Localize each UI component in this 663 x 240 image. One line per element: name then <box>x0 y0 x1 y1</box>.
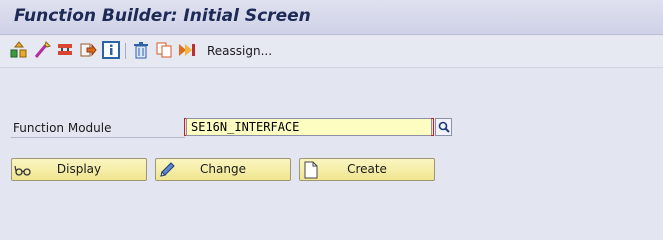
value-help-button[interactable] <box>435 118 452 136</box>
copy-icon[interactable] <box>155 41 173 59</box>
function-module-label: Function Module <box>13 121 112 135</box>
reassign-button[interactable]: Reassign... <box>207 44 272 58</box>
change-button-label: Change <box>200 162 246 176</box>
change-button[interactable]: Change <box>155 158 291 181</box>
magic-wand-icon[interactable] <box>33 41 51 59</box>
required-marker-right <box>431 118 434 136</box>
label-divider <box>11 137 185 138</box>
other-object-icon[interactable] <box>10 41 28 59</box>
page-title: Function Builder: Initial Screen <box>14 6 311 26</box>
application-toolbar: Reassign... <box>0 35 663 68</box>
display-button-label: Display <box>56 162 102 176</box>
toolbar-separator <box>125 43 126 59</box>
search-icon <box>438 121 450 133</box>
display-button[interactable]: Display <box>11 158 147 181</box>
navigate-icon[interactable] <box>79 41 97 59</box>
create-button[interactable]: Create <box>299 158 435 181</box>
rename-icon[interactable] <box>178 41 196 59</box>
info-icon[interactable] <box>102 41 120 59</box>
delete-icon[interactable] <box>132 41 150 59</box>
create-button-label: Create <box>347 162 387 176</box>
function-module-input[interactable] <box>186 118 432 136</box>
where-used-icon[interactable] <box>56 41 74 59</box>
title-bar: Function Builder: Initial Screen <box>0 0 663 35</box>
